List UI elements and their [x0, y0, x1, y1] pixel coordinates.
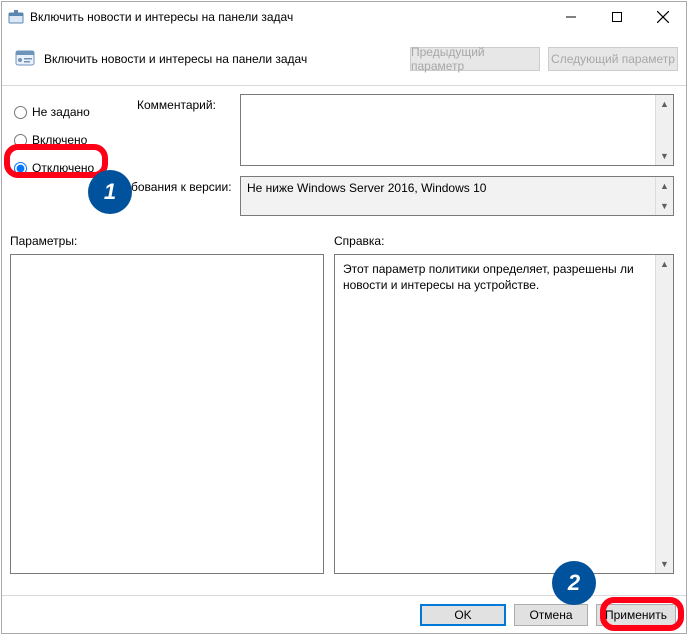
radio-not-configured-label: Не задано: [32, 105, 90, 119]
scroll-down-icon[interactable]: ▼: [656, 147, 673, 165]
state-radios: Не задано Включено Отключено: [14, 98, 124, 182]
policy-icon: [14, 48, 36, 70]
main-area: Не задано Включено Отключено 1 Комментар…: [2, 86, 686, 595]
supported-scrollbar[interactable]: ▲ ▼: [655, 177, 673, 215]
comment-text: [241, 95, 655, 165]
supported-field: Не ниже Windows Server 2016, Windows 10 …: [240, 176, 674, 216]
help-scrollbar[interactable]: ▲ ▼: [655, 255, 673, 573]
minimize-button[interactable]: [548, 2, 594, 32]
comment-label: Комментарий:: [137, 98, 216, 112]
radio-disabled-label: Отключено: [32, 161, 94, 175]
titlebar: Включить новости и интересы на панели за…: [2, 2, 686, 32]
scroll-up-icon[interactable]: ▲: [656, 255, 673, 273]
scroll-down-icon[interactable]: ▼: [656, 555, 673, 573]
help-text: Этот параметр политики определяет, разре…: [335, 255, 655, 573]
prev-setting-button[interactable]: Предыдущий параметр: [410, 47, 540, 71]
radio-not-configured-input[interactable]: [14, 106, 27, 119]
policy-title: Включить новости и интересы на панели за…: [44, 52, 402, 66]
scroll-up-icon[interactable]: ▲: [656, 95, 673, 113]
help-pane: Этот параметр политики определяет, разре…: [334, 254, 674, 574]
window-title: Включить новости и интересы на панели за…: [30, 10, 548, 24]
window-controls: [548, 2, 686, 32]
policy-header: Включить новости и интересы на панели за…: [2, 32, 686, 86]
help-label: Справка:: [334, 234, 384, 248]
radio-enabled-input[interactable]: [14, 134, 27, 147]
close-button[interactable]: [640, 2, 686, 32]
supported-label: бования к версии:: [131, 180, 232, 194]
supported-text: Не ниже Windows Server 2016, Windows 10: [241, 177, 655, 215]
policy-app-icon: [8, 9, 24, 25]
maximize-button[interactable]: [594, 2, 640, 32]
comment-field[interactable]: ▲ ▼: [240, 94, 674, 166]
comment-scrollbar[interactable]: ▲ ▼: [655, 95, 673, 165]
cancel-button[interactable]: Отмена: [514, 604, 588, 626]
radio-disabled-input[interactable]: [14, 162, 27, 175]
scroll-up-icon[interactable]: ▲: [656, 177, 673, 195]
radio-not-configured[interactable]: Не задано: [14, 98, 124, 126]
options-label: Параметры:: [10, 234, 77, 248]
scroll-down-icon[interactable]: ▼: [656, 197, 673, 215]
gpo-editor-window: Включить новости и интересы на панели за…: [1, 1, 687, 634]
radio-disabled[interactable]: Отключено: [14, 154, 124, 182]
ok-button[interactable]: OK: [420, 604, 506, 626]
apply-button[interactable]: Применить: [596, 604, 676, 626]
dialog-footer: OK Отмена Применить: [2, 595, 686, 633]
next-setting-button[interactable]: Следующий параметр: [548, 47, 678, 71]
radio-enabled-label: Включено: [32, 133, 87, 147]
options-pane[interactable]: [10, 254, 324, 574]
radio-enabled[interactable]: Включено: [14, 126, 124, 154]
